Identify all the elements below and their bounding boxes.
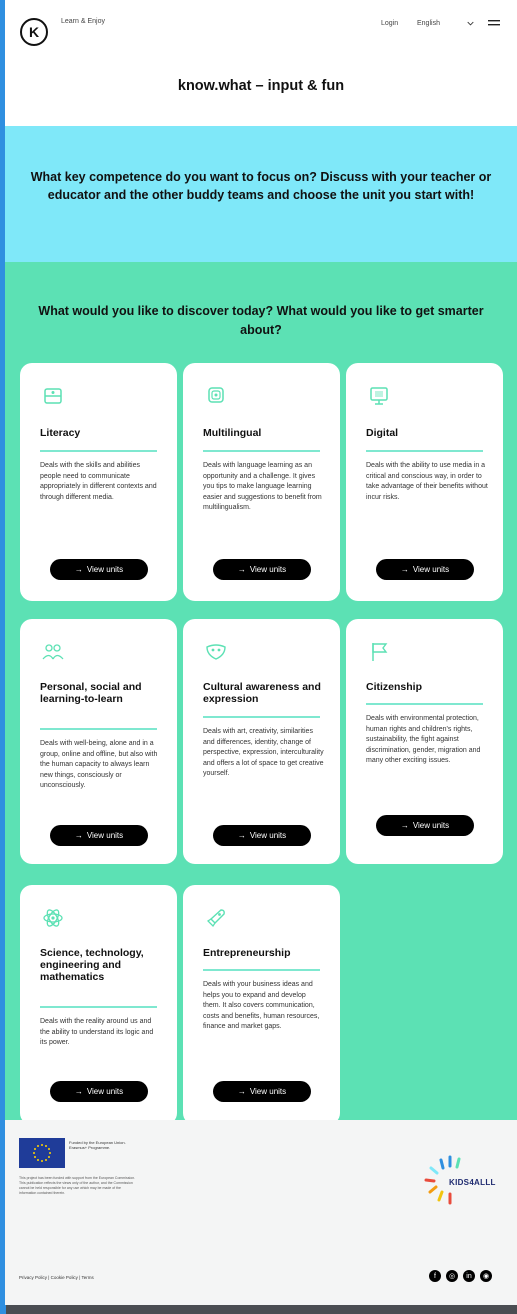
card-divider [40, 450, 157, 452]
card-divider [366, 450, 483, 452]
card-citizenship: Citizenship Deals with environmental pro… [346, 619, 503, 864]
brand-text: Learn & Enjoy [61, 18, 105, 25]
menu-icon[interactable] [488, 19, 500, 28]
site-logo[interactable]: K [20, 18, 48, 46]
arrow-right-icon: → [237, 1087, 246, 1096]
linkedin-icon[interactable]: in [463, 1270, 475, 1282]
eu-flag-icon [19, 1138, 65, 1168]
site-footer: Funded by the European Union. Erasmus+ P… [5, 1120, 517, 1305]
login-link[interactable]: Login [381, 20, 398, 27]
browser-page: K Learn & Enjoy Login English know.what … [0, 0, 517, 1314]
people-icon [42, 644, 64, 660]
atom-icon [43, 909, 63, 927]
book-icon [44, 388, 62, 404]
card-divider [203, 969, 320, 971]
privacy-links[interactable]: Privacy Policy | Cookie Policy | Terms [19, 1275, 94, 1280]
language-select[interactable]: English [417, 20, 440, 27]
instagram-icon[interactable]: ◎ [446, 1270, 458, 1282]
speech-icon [208, 387, 224, 403]
card-literacy: Literacy Deals with the skills and abili… [20, 363, 177, 601]
arrow-right-icon: → [74, 565, 83, 574]
focus-banner: What key competence do you want to focus… [5, 126, 517, 262]
view-units-button[interactable]: → View units [213, 825, 311, 846]
card-title: Literacy [40, 427, 81, 439]
card-entrepreneurship: Entrepreneurship Deals with your busines… [183, 885, 340, 1125]
view-units-button[interactable]: → View units [376, 815, 474, 836]
flag-icon [372, 643, 388, 661]
card-multilingual: Multilingual Deals with language learnin… [183, 363, 340, 601]
discover-question: What would you like to discover today? W… [38, 304, 484, 337]
card-description: Deals with language learning as an oppor… [203, 462, 322, 511]
arrow-right-icon: → [237, 565, 246, 574]
view-units-button[interactable]: → View units [376, 559, 474, 580]
card-digital: Digital Deals with the ability to use me… [346, 363, 503, 601]
view-units-button[interactable]: → View units [213, 1081, 311, 1102]
card-stem: Science, technology, engineering and mat… [20, 885, 177, 1125]
view-units-button[interactable]: → View units [50, 1081, 148, 1102]
chevron-down-icon[interactable] [467, 20, 474, 27]
card-title: Citizenship [366, 681, 423, 693]
mask-icon [206, 644, 226, 660]
funding-disclaimer: This project has been funded with suppor… [19, 1176, 136, 1195]
monitor-icon [370, 387, 388, 405]
view-units-button[interactable]: → View units [50, 825, 148, 846]
arrow-right-icon: → [74, 1087, 83, 1096]
card-description: Deals with the skills and abilities peop… [40, 462, 157, 501]
card-divider [40, 1006, 157, 1008]
card-title: Personal, social and learning-to-learn [40, 681, 142, 705]
card-title: Science, technology, engineering and mat… [40, 947, 144, 983]
card-description: Deals with your business ideas and helps… [203, 981, 320, 1030]
partner-logo-text: KIDS4ALLL [449, 1178, 496, 1187]
card-personal-social: Personal, social and learning-to-learn D… [20, 619, 177, 864]
page-title: know.what – input & fun [177, 78, 345, 94]
card-description: Deals with the ability to use media in a… [366, 462, 488, 501]
facebook-icon[interactable]: f [429, 1270, 441, 1282]
card-divider [366, 703, 483, 705]
card-divider [40, 728, 157, 730]
other-social-icon[interactable]: ◉ [480, 1270, 492, 1282]
arrow-right-icon: → [400, 565, 409, 574]
card-description: Deals with the reality around us and the… [40, 1018, 154, 1046]
view-units-button[interactable]: → View units [213, 559, 311, 580]
card-divider [203, 450, 320, 452]
competence-section: What would you like to discover today? W… [5, 262, 517, 1125]
view-units-button[interactable]: → View units [50, 559, 148, 580]
card-title: Multilingual [203, 427, 262, 439]
card-description: Deals with well-being, alone and in a gr… [40, 740, 158, 789]
focus-question: What key competence do you want to focus… [30, 170, 492, 202]
page-content: K Learn & Enjoy Login English know.what … [5, 0, 517, 1305]
card-title: Cultural awareness and expression [203, 681, 321, 705]
card-title: Entrepreneurship [203, 947, 291, 959]
arrow-right-icon: → [74, 831, 83, 840]
rocket-icon [206, 909, 225, 928]
card-description: Deals with environmental protection, hum… [366, 715, 481, 764]
eu-funding-text: Funded by the European Union. Erasmus+ P… [69, 1140, 126, 1150]
card-description: Deals with art, creativity, similarities… [203, 728, 324, 777]
card-cultural-awareness: Cultural awareness and expression Deals … [183, 619, 340, 864]
site-header: K Learn & Enjoy Login English know.what … [5, 0, 517, 126]
logo-letter: K [28, 24, 40, 40]
arrow-right-icon: → [400, 821, 409, 830]
arrow-right-icon: → [237, 831, 246, 840]
card-title: Digital [366, 427, 399, 439]
card-divider [203, 716, 320, 718]
